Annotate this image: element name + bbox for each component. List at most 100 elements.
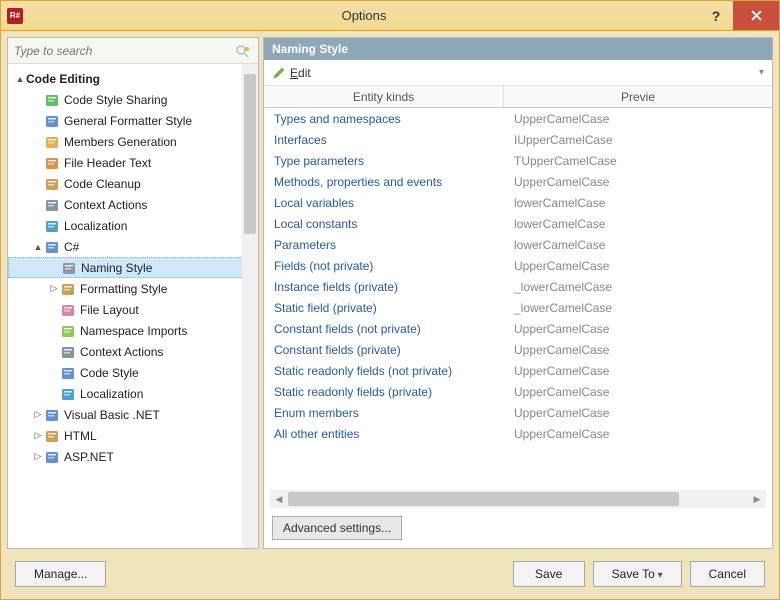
entity-cell[interactable]: Static readonly fields (private): [264, 385, 504, 399]
entity-cell[interactable]: Fields (not private): [264, 259, 504, 273]
dialog-body: ▲ Code Editing Code Style Sharing General…: [1, 31, 779, 599]
preview-cell: UpperCamelCase: [504, 406, 772, 420]
manage-button[interactable]: Manage...: [15, 561, 106, 587]
wrench-icon: [44, 197, 60, 213]
tree-item[interactable]: File Layout: [8, 299, 258, 320]
cs-icon: [44, 239, 60, 255]
tree-item[interactable]: Code Style: [8, 362, 258, 383]
tree-item[interactable]: ▷HTML: [8, 425, 258, 446]
preview-cell: UpperCamelCase: [504, 427, 772, 441]
entity-cell[interactable]: Types and namespaces: [264, 112, 504, 126]
grid-row[interactable]: Static field (private)_lowerCamelCase: [264, 297, 772, 318]
window-buttons: ?: [699, 1, 779, 30]
tree-item[interactable]: File Header Text: [8, 152, 258, 173]
tree-item[interactable]: Localization: [8, 383, 258, 404]
column-entity[interactable]: Entity kinds: [264, 86, 504, 107]
scroll-right-icon[interactable]: ▶: [748, 490, 766, 508]
grid-row[interactable]: Instance fields (private)_lowerCamelCase: [264, 276, 772, 297]
scroll-left-icon[interactable]: ◀: [270, 490, 288, 508]
tree-item[interactable]: ▷ Formatting Style: [8, 278, 258, 299]
tree-item[interactable]: General Formatter Style: [8, 110, 258, 131]
close-button[interactable]: [733, 1, 779, 30]
scrollbar-thumb[interactable]: [244, 74, 256, 234]
save-to-button[interactable]: Save To: [593, 561, 682, 587]
grid-row[interactable]: Fields (not private)UpperCamelCase: [264, 255, 772, 276]
tree-item[interactable]: ▷ASP.NET: [8, 446, 258, 467]
tree-item[interactable]: ▷Visual Basic .NET: [8, 404, 258, 425]
grid-row[interactable]: Local constantslowerCamelCase: [264, 213, 772, 234]
search-box: [8, 38, 258, 64]
column-preview[interactable]: Previe: [504, 86, 772, 107]
tree-item[interactable]: Code Cleanup: [8, 173, 258, 194]
entity-cell[interactable]: All other entities: [264, 427, 504, 441]
entity-cell[interactable]: Parameters: [264, 238, 504, 252]
expander-icon[interactable]: ▷: [48, 283, 60, 294]
search-input[interactable]: [14, 44, 234, 58]
search-icon[interactable]: [234, 43, 252, 59]
edit-label: Edit: [290, 66, 311, 80]
grid-row[interactable]: Static readonly fields (not private)Uppe…: [264, 360, 772, 381]
advanced-settings-button[interactable]: Advanced settings...: [272, 516, 402, 540]
tree-label: Formatting Style: [80, 282, 167, 296]
preview-cell: UpperCamelCase: [504, 112, 772, 126]
grid-row[interactable]: Enum membersUpperCamelCase: [264, 402, 772, 423]
tree-scrollbar[interactable]: [242, 64, 258, 548]
tree-item[interactable]: Code Style Sharing: [8, 89, 258, 110]
grid-row[interactable]: Types and namespacesUpperCamelCase: [264, 108, 772, 129]
entity-cell[interactable]: Static field (private): [264, 301, 504, 315]
preview-cell: UpperCamelCase: [504, 175, 772, 189]
titlebar: R# Options ?: [1, 1, 779, 31]
tree-item[interactable]: Localization: [8, 215, 258, 236]
layout-icon: [60, 302, 76, 318]
entity-cell[interactable]: Local constants: [264, 217, 504, 231]
tree-item[interactable]: Namespace Imports: [8, 320, 258, 341]
edit-button[interactable]: Edit: [272, 66, 311, 80]
grid-row[interactable]: InterfacesIUpperCamelCase: [264, 129, 772, 150]
expander-icon[interactable]: ▷: [32, 451, 44, 462]
entity-cell[interactable]: Instance fields (private): [264, 280, 504, 294]
toolbar-menu-icon[interactable]: ▾: [759, 67, 764, 78]
entity-cell[interactable]: Local variables: [264, 196, 504, 210]
grid-row[interactable]: Static readonly fields (private)UpperCam…: [264, 381, 772, 402]
advanced-row: Advanced settings...: [264, 508, 772, 548]
entity-cell[interactable]: Enum members: [264, 406, 504, 420]
expander-icon[interactable]: ▷: [32, 409, 44, 420]
grid-row[interactable]: Constant fields (not private)UpperCamelC…: [264, 318, 772, 339]
entity-cell[interactable]: Constant fields (not private): [264, 322, 504, 336]
wrench-icon: [60, 344, 76, 360]
tree-label: Code Style Sharing: [64, 93, 167, 107]
expander-icon[interactable]: ▲: [14, 74, 26, 84]
app-icon: R#: [7, 8, 23, 24]
grid-hscroll[interactable]: ◀ ▶: [270, 490, 766, 508]
entity-cell[interactable]: Methods, properties and events: [264, 175, 504, 189]
save-button[interactable]: Save: [513, 561, 585, 587]
doc-icon: [44, 155, 60, 171]
panel-header: Naming Style: [264, 38, 772, 60]
cancel-button[interactable]: Cancel: [690, 561, 765, 587]
tree-item[interactable]: Context Actions: [8, 194, 258, 215]
grid-row[interactable]: Type parametersTUpperCamelCase: [264, 150, 772, 171]
help-button[interactable]: ?: [699, 1, 733, 30]
globe-icon: [60, 386, 76, 402]
tree-item[interactable]: ▲C#: [8, 236, 258, 257]
entity-cell[interactable]: Static readonly fields (not private): [264, 364, 504, 378]
tree-item[interactable]: Members Generation: [8, 131, 258, 152]
grid-row[interactable]: Methods, properties and eventsUpperCamel…: [264, 171, 772, 192]
grid-row[interactable]: Constant fields (private)UpperCamelCase: [264, 339, 772, 360]
expander-icon[interactable]: ▷: [32, 430, 44, 441]
entity-cell[interactable]: Type parameters: [264, 154, 504, 168]
scroll-thumb[interactable]: [288, 492, 679, 506]
doc-blue-icon: [44, 113, 60, 129]
tree-label: Code Editing: [26, 72, 100, 86]
tree-root[interactable]: ▲ Code Editing: [8, 68, 258, 89]
grid-row[interactable]: Local variableslowerCamelCase: [264, 192, 772, 213]
grid-header: Entity kinds Previe: [264, 86, 772, 108]
tree-item[interactable]: Naming Style: [8, 257, 258, 278]
scroll-track[interactable]: [288, 490, 748, 508]
tree-item[interactable]: Context Actions: [8, 341, 258, 362]
entity-cell[interactable]: Interfaces: [264, 133, 504, 147]
grid-row[interactable]: All other entitiesUpperCamelCase: [264, 423, 772, 444]
grid-row[interactable]: ParameterslowerCamelCase: [264, 234, 772, 255]
expander-icon[interactable]: ▲: [32, 242, 44, 252]
entity-cell[interactable]: Constant fields (private): [264, 343, 504, 357]
